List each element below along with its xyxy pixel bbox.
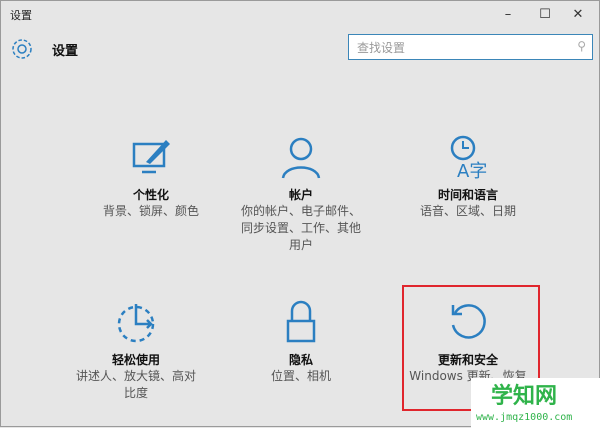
tile-name: 隐私: [288, 353, 313, 367]
watermark-title: 学知网: [491, 384, 558, 409]
search-input[interactable]: 查找设置 ⚲: [348, 34, 593, 60]
tile-desc: 背景、锁屏、颜色: [102, 204, 199, 218]
tile-time-language[interactable]: A字 时间和语言 语音、区域、日期: [383, 134, 553, 220]
ease-of-access-icon: [117, 304, 155, 343]
tile-name: 帐户: [288, 188, 313, 202]
time-language-icon: A字: [450, 135, 487, 180]
gear-icon: [12, 39, 32, 59]
tile-desc: 位置、相机: [270, 369, 331, 383]
watermark-url: www.jmqz1000.com: [476, 412, 573, 423]
search-placeholder: 查找设置: [357, 40, 406, 55]
tile-personalization[interactable]: 个性化 背景、锁屏、颜色: [66, 134, 236, 220]
tile-accounts[interactable]: 帐户 你的帐户、电子邮件、同步设置、工作、其他用户: [216, 134, 386, 254]
search-icon[interactable]: ⚲: [577, 39, 586, 53]
tile-ease-of-access[interactable]: 轻松使用 讲述人、放大镜、高对比度: [51, 299, 221, 402]
page-title: 设置: [52, 44, 79, 59]
tile-desc: 讲述人、放大镜、高对比度: [75, 369, 196, 400]
tile-desc: 语音、区域、日期: [419, 204, 516, 218]
tile-privacy[interactable]: 隐私 位置、相机: [216, 299, 386, 385]
close-button[interactable]: ✕: [555, 1, 600, 27]
watermark: 学知网 www.jmqz1000.com: [471, 378, 600, 428]
account-icon: [281, 137, 321, 179]
tile-name: 个性化: [132, 188, 169, 202]
personalization-icon: [132, 140, 170, 174]
lock-icon: [286, 300, 316, 343]
tile-desc: 你的帐户、电子邮件、同步设置、工作、其他用户: [240, 204, 361, 252]
tile-name: 轻松使用: [111, 353, 160, 367]
svg-text:A字: A字: [457, 161, 487, 180]
window-title: 设置: [10, 9, 32, 22]
tile-name: 时间和语言: [437, 188, 498, 202]
